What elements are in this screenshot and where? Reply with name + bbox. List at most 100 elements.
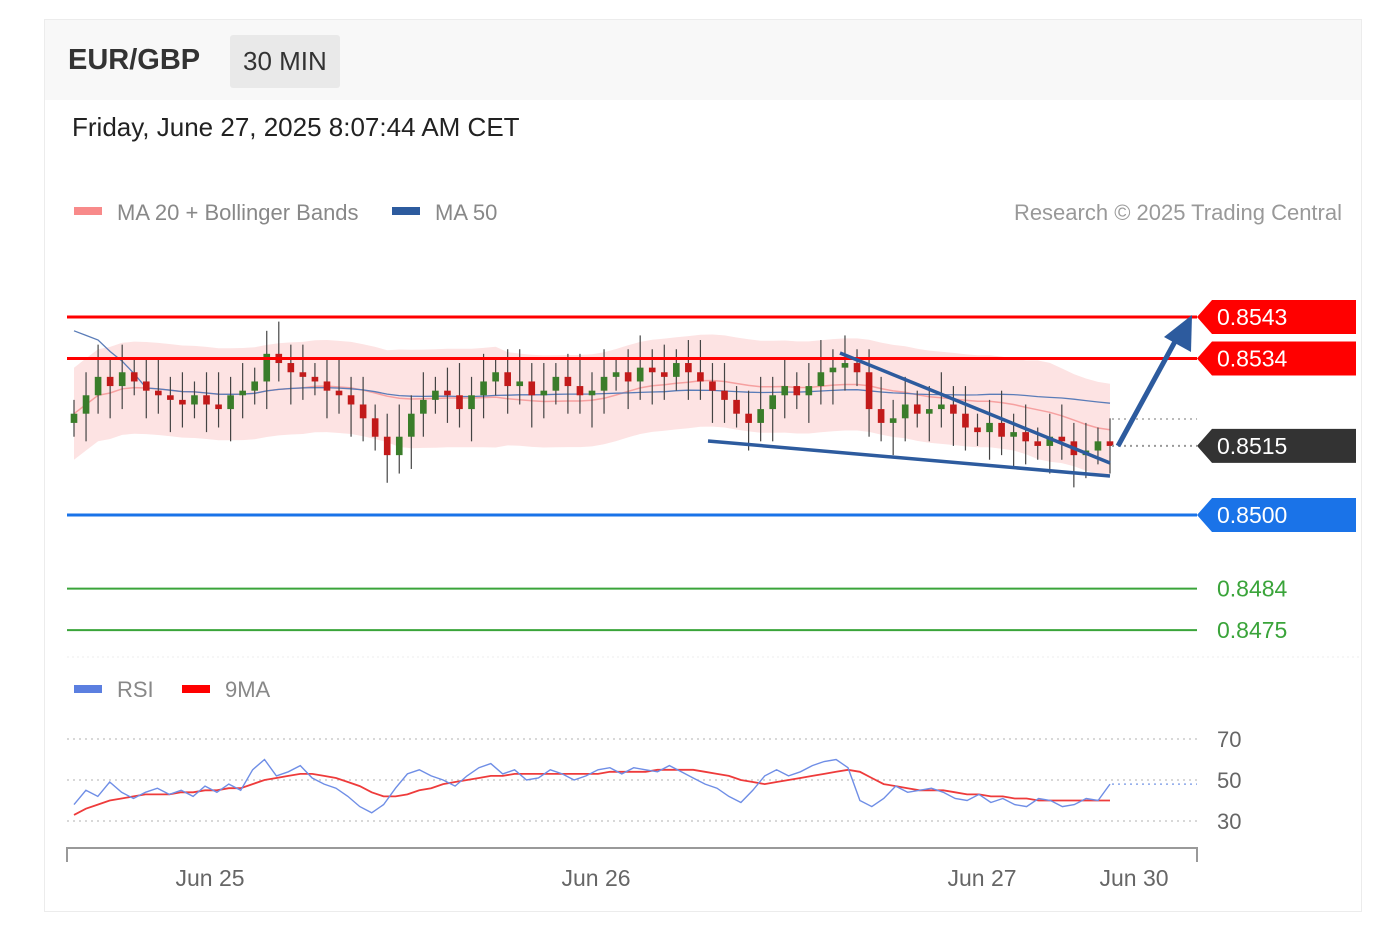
candle-body (130, 372, 138, 382)
candle-body (167, 395, 174, 400)
candle-body (648, 367, 656, 373)
level-label-support: 0.8484 (1217, 576, 1288, 602)
candle-body (998, 422, 1005, 437)
candle-body (913, 404, 921, 414)
candle-body (383, 436, 391, 456)
candle-body (70, 413, 78, 423)
candle-body (106, 376, 114, 387)
candle-body (407, 413, 415, 437)
legend-label-ma50: MA 50 (435, 200, 497, 225)
legend-label-ma20: MA 20 + Bollinger Bands (117, 200, 359, 225)
candle-body (528, 381, 536, 396)
candle-body (299, 372, 307, 377)
candle-body (877, 409, 885, 423)
candle-body (432, 390, 439, 400)
legend-swatch-ma20 (74, 207, 102, 215)
candle-body (492, 372, 499, 382)
copyright-note: Research © 2025 Trading Central (1014, 200, 1342, 225)
legend-swatch-9ma (182, 685, 210, 693)
candle-body (564, 376, 572, 387)
price-chart: MA 20 + Bollinger Bands MA 50 Research ©… (66, 200, 1360, 891)
candle-body (733, 399, 740, 414)
candle-body (986, 422, 993, 433)
candle-body (227, 395, 234, 410)
candle-body (456, 395, 463, 410)
candle-body (191, 395, 198, 405)
candle-body (624, 372, 632, 382)
candle-body (685, 363, 692, 373)
candle-body (480, 381, 487, 396)
candle-body (697, 372, 704, 382)
candle-body (673, 363, 680, 377)
candle-body (359, 404, 367, 419)
candle-body (335, 390, 343, 396)
level-label-resistance: 0.8543 (1217, 304, 1287, 330)
rsi-plot: 70 50 30 (67, 727, 1241, 834)
candle-body (311, 376, 319, 382)
rsi-9ma-line (73, 768, 1110, 816)
candle-body (757, 409, 764, 423)
candle-body (974, 427, 981, 433)
candle-body (636, 367, 644, 382)
x-tick-label: Jun 26 (561, 865, 630, 891)
candle-body (1022, 432, 1029, 442)
x-tick-label: Jun 30 (1099, 865, 1168, 891)
forecast-arrow-head (1164, 315, 1192, 352)
rsi-level-label: 30 (1217, 809, 1241, 834)
candle-body (588, 390, 596, 396)
candle-body (287, 363, 295, 373)
candle-body (1010, 432, 1017, 437)
candle-body (817, 372, 825, 387)
candle-body (576, 386, 584, 396)
x-axis-labels: Jun 25 Jun 26 Jun 27 Jun 30 (175, 865, 1168, 891)
level-label-resistance: 0.8534 (1217, 345, 1288, 371)
candle-body (420, 399, 427, 414)
candle-body (805, 386, 813, 396)
candle-body (82, 395, 90, 414)
candle-body (600, 376, 608, 391)
candle-body (540, 390, 548, 396)
candle-body (118, 372, 126, 387)
candle-body (660, 372, 668, 377)
candle-body (155, 390, 162, 396)
level-label-support: 0.8475 (1217, 617, 1287, 643)
candle-body (709, 381, 716, 391)
candle-body (781, 386, 789, 396)
legend-label-9ma: 9MA (225, 677, 271, 702)
candle-body (721, 390, 728, 400)
legend-label-rsi: RSI (117, 677, 154, 702)
candle-body (853, 363, 861, 373)
candle-body (142, 381, 150, 391)
level-label-current: 0.8515 (1217, 433, 1287, 459)
legend-swatch-rsi (74, 685, 102, 693)
candle-body (215, 404, 222, 410)
candle-body (938, 404, 945, 410)
candle-body (793, 386, 801, 396)
candle-body (323, 381, 331, 391)
rsi-line (73, 758, 1111, 814)
candle-body (239, 390, 246, 396)
candle-body (444, 390, 451, 396)
legend-swatch-ma50 (392, 207, 420, 215)
candle-body (1034, 441, 1042, 446)
candle-body (504, 372, 511, 387)
x-tick-label: Jun 25 (175, 865, 244, 891)
candle-body (179, 399, 186, 405)
x-axis (66, 847, 1198, 862)
forecast-arrow-line (1115, 334, 1181, 448)
candle-body (889, 418, 897, 423)
candle-body (251, 381, 259, 391)
candle-body (203, 395, 210, 405)
candle-body (612, 372, 620, 377)
candle-body (516, 381, 524, 387)
candle-body (1094, 441, 1102, 451)
candle-body (901, 404, 909, 419)
candle-body (395, 436, 403, 456)
candle-body (950, 404, 957, 414)
candle-body (94, 376, 102, 396)
candle-body (371, 418, 379, 437)
candle-body (468, 395, 475, 410)
x-tick-label: Jun 27 (947, 865, 1016, 891)
candle-body (769, 395, 777, 410)
level-label-pivot: 0.8500 (1217, 502, 1287, 528)
